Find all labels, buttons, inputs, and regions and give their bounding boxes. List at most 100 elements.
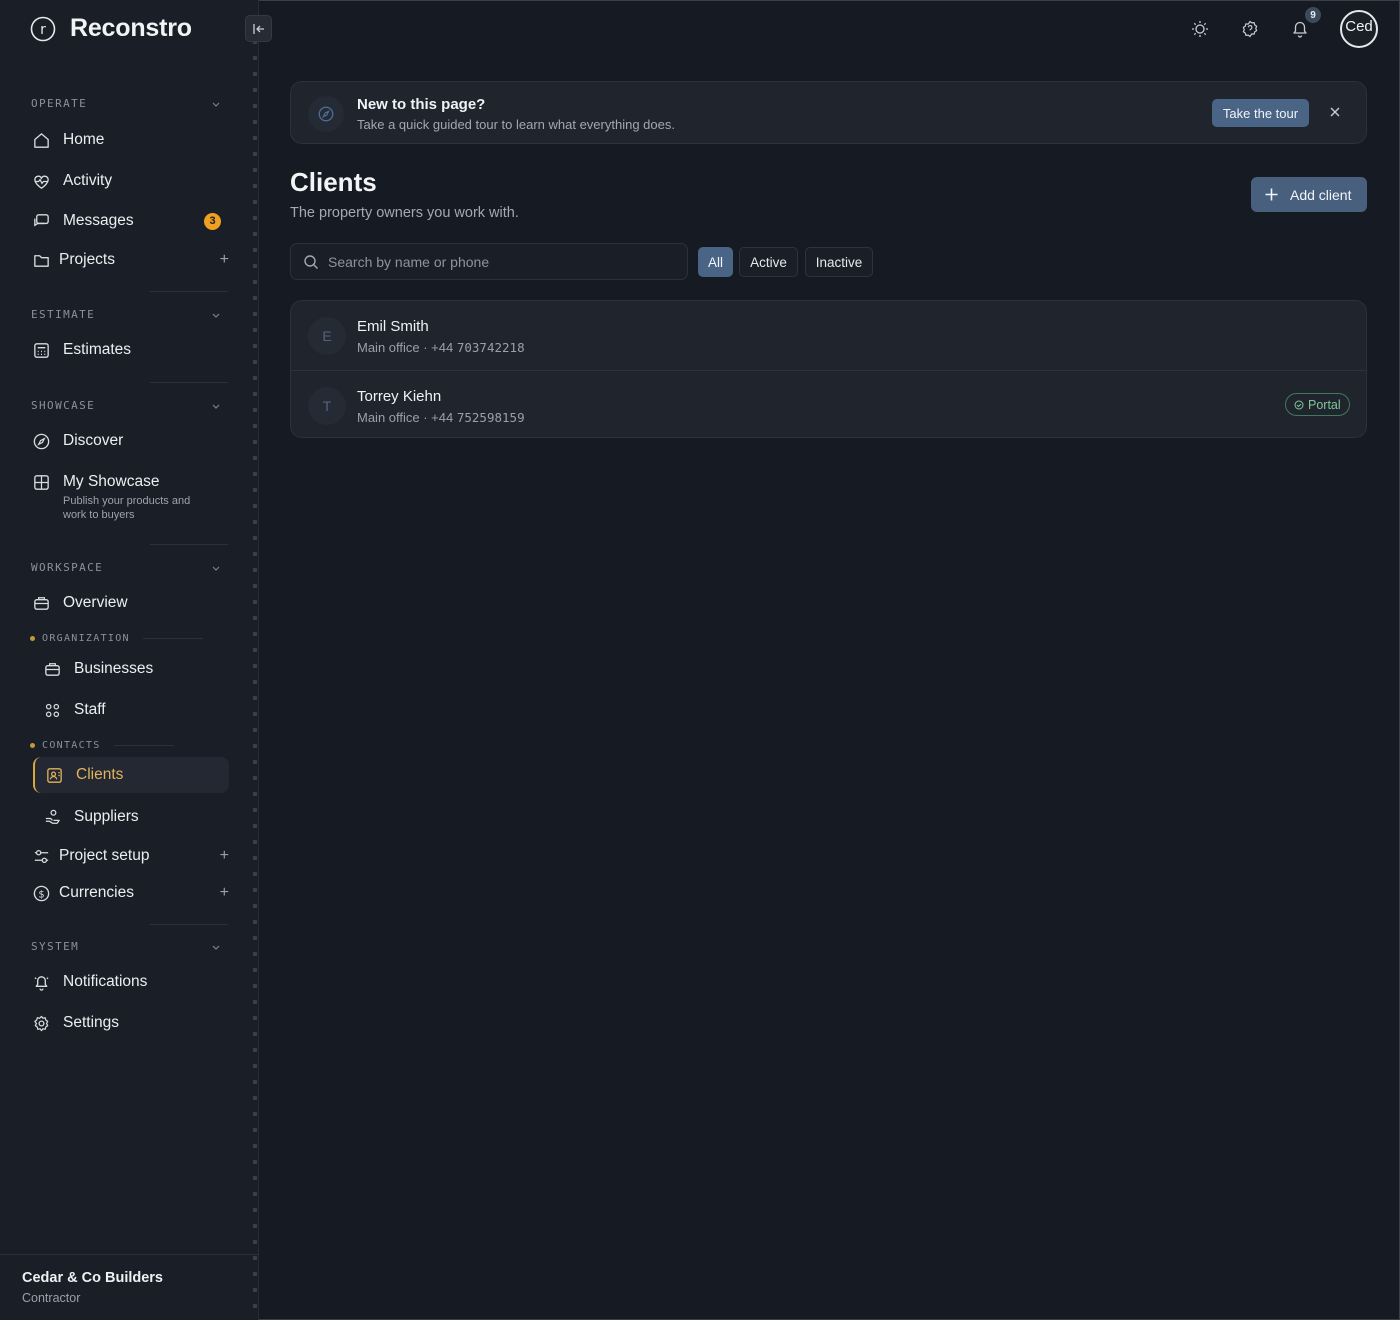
expand-plus-icon[interactable]: + [220,847,229,865]
sliders-icon [31,846,51,866]
sidebar-item-staff[interactable]: Staff [42,692,229,728]
filter-inactive[interactable]: Inactive [805,247,873,277]
tour-banner: New to this page? Take a quick guided to… [290,81,1367,144]
sidebar-item-overview[interactable]: Overview [31,585,229,621]
subsection-label-contacts: CONTACTS [30,740,174,751]
home-icon [31,130,51,150]
showcase-icon [31,472,51,492]
tour-subtitle: Take a quick guided tour to learn what e… [357,117,675,132]
brand-name: Reconstro [70,14,192,42]
sidebar-item-home[interactable]: Home [31,122,229,158]
chevron-down-icon [212,404,220,409]
client-avatar: E [308,317,346,355]
tour-title: New to this page? [357,96,486,113]
workspace-switcher[interactable]: Cedar & Co Builders Contractor [0,1254,259,1320]
client-meta: Main office · +44 703742218 [357,340,525,355]
bell-alert-icon [31,972,51,992]
subsection-label-organization: ORGANIZATION [30,633,203,644]
page-title: Clients [290,167,377,197]
showcase-description: Publish your products and work to buyers [63,495,191,521]
heart-pulse-icon [31,171,51,191]
user-avatar[interactable]: Ced [1340,10,1378,48]
search-box[interactable] [290,243,688,280]
compass-icon [31,431,51,451]
collapse-sidebar-button[interactable] [245,15,272,42]
page-subtitle: The property owners you work with. [290,205,519,221]
close-icon[interactable] [1328,105,1342,119]
svg-text:$: $ [38,889,44,900]
org-role: Contractor [22,1291,81,1305]
folder-icon [31,250,51,270]
plus-icon [1265,188,1278,201]
supplier-icon [42,807,62,827]
section-header-showcase[interactable]: SHOWCASE [31,399,221,412]
gear-icon [31,1013,51,1033]
org-name: Cedar & Co Builders [22,1270,163,1286]
calculator-icon [31,340,51,360]
chevron-down-icon [212,566,220,571]
section-header-system[interactable]: SYSTEM [31,940,221,953]
client-phone: 752598159 [456,410,525,425]
client-row[interactable]: E Emil Smith Main office · +44 703742218 [291,301,1366,370]
divider [150,924,228,925]
help-badge-icon [1242,20,1258,38]
filter-all[interactable]: All [698,247,733,277]
divider [150,544,228,545]
sidebar-item-settings[interactable]: Settings [31,1005,229,1041]
section-header-estimate[interactable]: ESTIMATE [31,308,221,321]
messages-icon [31,211,51,231]
add-client-button[interactable]: Add client [1251,177,1367,212]
chevron-down-icon [212,313,220,318]
client-name: Torrey Kiehn [357,388,442,405]
sidebar-item-messages[interactable]: Messages 3 [31,203,229,239]
sidebar-item-projects[interactable]: Projects + [31,242,229,278]
expand-plus-icon[interactable]: + [220,251,229,269]
sidebar-item-notifications[interactable]: Notifications [31,964,229,1000]
svg-text:r: r [40,22,46,38]
sidebar-item-suppliers[interactable]: Suppliers [42,799,229,835]
sidebar-resize-rail[interactable] [253,40,257,1310]
compass-icon [308,96,344,132]
sidebar-item-activity[interactable]: Activity [31,163,229,199]
portal-badge: Portal [1285,393,1350,416]
search-input[interactable] [328,253,668,270]
bell-icon [1293,21,1307,38]
sidebar-item-businesses[interactable]: Businesses [42,651,229,687]
client-meta: Main office · +44 752598159 [357,410,525,425]
client-phone: 703742218 [456,340,525,355]
chevron-down-icon [212,102,220,107]
theme-toggle-button[interactable] [1190,19,1210,39]
chevron-down-icon [212,945,220,950]
messages-badge: 3 [204,212,221,230]
sun-icon [1192,21,1208,37]
sidebar-item-discover[interactable]: Discover [31,423,229,459]
divider [150,382,228,383]
sidebar-item-estimates[interactable]: Estimates [31,332,229,368]
check-circle-icon [1294,400,1304,409]
client-name: Emil Smith [357,318,429,335]
top-bar-actions: 9 Ced [1190,7,1378,48]
notification-count-badge: 9 [1305,7,1321,23]
client-list: E Emil Smith Main office · +44 703742218… [290,300,1367,438]
brand-logo-icon: r [30,16,56,41]
sidebar-item-currencies[interactable]: $ Currencies + [31,875,229,911]
search-icon [304,254,318,269]
contact-card-icon [44,765,64,785]
brand[interactable]: r Reconstro [30,14,192,43]
sidebar-item-clients[interactable]: Clients [33,757,229,793]
sidebar-item-project-setup[interactable]: Project setup + [31,838,229,874]
collapse-left-icon [252,23,264,34]
dollar-circle-icon: $ [31,883,51,903]
section-header-operate[interactable]: OPERATE [31,97,221,110]
client-row[interactable]: T Torrey Kiehn Main office · +44 7525981… [291,370,1366,437]
expand-plus-icon[interactable]: + [220,884,229,902]
filter-active[interactable]: Active [739,247,798,277]
users-icon [42,700,62,720]
client-avatar: T [308,387,346,425]
help-button[interactable] [1240,19,1260,39]
notifications-button[interactable]: 9 [1290,7,1321,39]
building-icon [42,659,62,679]
divider [150,291,228,292]
take-tour-button[interactable]: Take the tour [1212,99,1309,127]
section-header-workspace[interactable]: WORKSPACE [31,561,221,574]
